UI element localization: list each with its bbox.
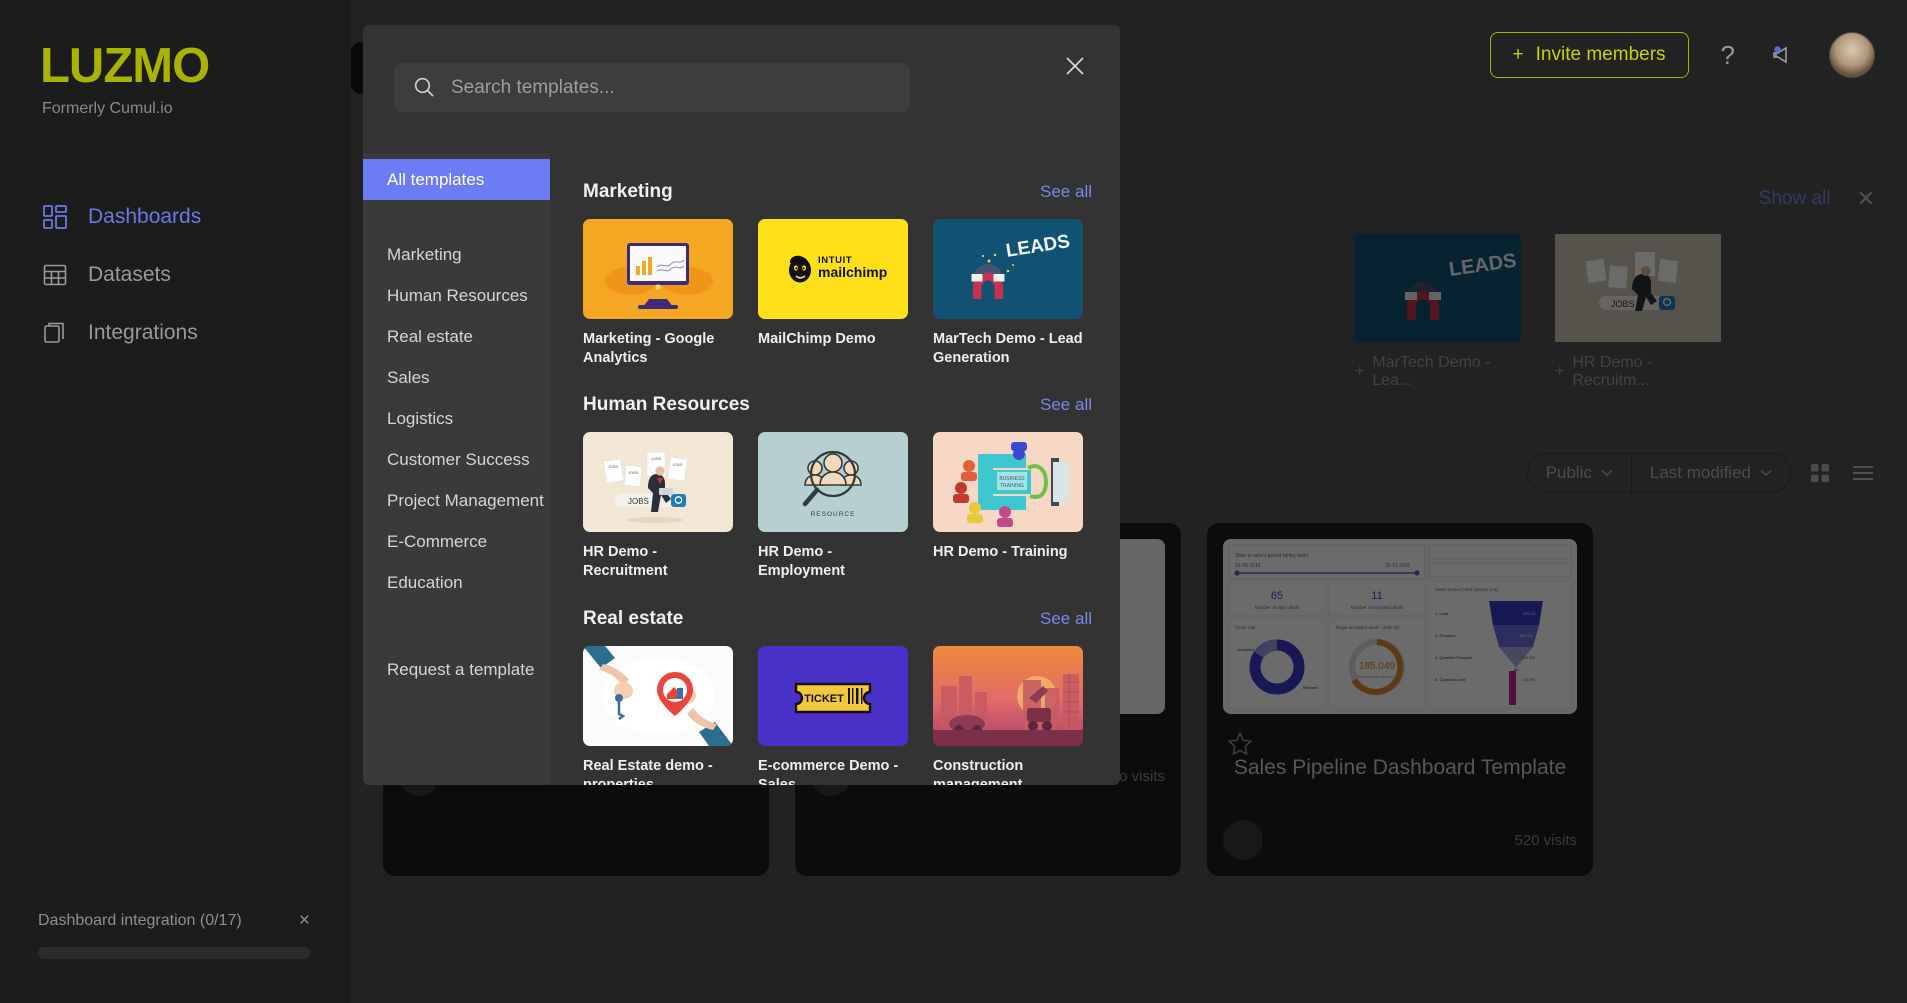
svg-text:JOBS: JOBS [628, 470, 639, 475]
app-root: LUZMO Formerly Cumul.io Dashboards [0, 0, 1907, 1003]
template-row-real-estate: Real Estate demo - properties TICKET [583, 646, 1092, 786]
section-title: Real estate [583, 608, 683, 630]
template-card[interactable]: LEADS [933, 219, 1083, 368]
template-name: MarTech Demo - Lead Generation [933, 330, 1083, 368]
category-label: Human Resources [387, 286, 528, 306]
see-all-marketing[interactable]: See all [1040, 182, 1092, 202]
svg-text:JOBS: JOBS [608, 464, 619, 469]
svg-text:JOBS: JOBS [628, 497, 649, 506]
template-name: MailChimp Demo [758, 330, 908, 349]
see-all-human-resources[interactable]: See all [1040, 395, 1092, 415]
category-label: Marketing [387, 245, 462, 265]
svg-text:BUSINESS: BUSINESS [999, 476, 1025, 482]
template-name: Marketing - Google Analytics [583, 330, 733, 368]
template-name: E-commerce Demo -Sales [758, 757, 908, 786]
category-education[interactable]: Education [363, 562, 550, 603]
category-marketing[interactable]: Marketing [363, 234, 550, 275]
template-card[interactable]: Construction management [933, 646, 1083, 786]
request-template-label: Request a template [387, 660, 534, 680]
template-card[interactable]: JOBS JOBS JOBS JOBS JOBS [583, 432, 733, 581]
template-search-box[interactable] [394, 63, 910, 112]
template-card[interactable]: INTUIT mailchimp MailChimp Demo [758, 219, 908, 368]
template-name: Construction management [933, 757, 1083, 786]
template-name: HR Demo - Employment [758, 543, 908, 581]
template-name: HR Demo - Training [933, 543, 1083, 562]
category-label: Sales [387, 368, 430, 388]
category-label: Project Management [387, 491, 544, 511]
template-card[interactable]: Marketing - Google Analytics [583, 219, 733, 368]
template-modal-overlay: All templates Marketing Human Resources … [0, 0, 1907, 1003]
section-title: Marketing [583, 181, 673, 203]
category-e-commerce[interactable]: E-Commerce [363, 521, 550, 562]
section-header-marketing: Marketing See all [583, 181, 1092, 203]
template-card[interactable]: RESOURCE HR Demo - Employment [758, 432, 908, 581]
category-real-estate[interactable]: Real estate [363, 316, 550, 357]
category-label: Education [387, 573, 463, 593]
ticket-thumb: TICKET [758, 646, 908, 746]
category-label: Customer Success [387, 450, 530, 470]
category-all-templates[interactable]: All templates [363, 159, 550, 200]
category-label: E-Commerce [387, 532, 487, 552]
svg-text:mailchimp: mailchimp [818, 264, 887, 280]
see-all-real-estate[interactable]: See all [1040, 609, 1092, 629]
template-row-marketing: Marketing - Google Analytics [583, 219, 1092, 368]
template-name: HR Demo - Recruitment [583, 543, 733, 581]
svg-text:TICKET: TICKET [804, 693, 844, 705]
mailchimp-thumb: INTUIT mailchimp [758, 219, 908, 319]
keys-pin-thumb [583, 646, 733, 746]
leads-magnet-thumb: LEADS [933, 219, 1083, 319]
category-label: Real estate [387, 327, 473, 347]
template-name: Real Estate demo - properties [583, 757, 733, 786]
category-customer-success[interactable]: Customer Success [363, 439, 550, 480]
template-card[interactable]: TICKET E-commerce Demo -Sales [758, 646, 908, 786]
category-label: All templates [387, 170, 484, 190]
category-panel: All templates Marketing Human Resources … [363, 153, 550, 785]
close-icon[interactable] [1058, 49, 1092, 83]
category-logistics[interactable]: Logistics [363, 398, 550, 439]
search-input[interactable] [451, 77, 871, 99]
construction-thumb [933, 646, 1083, 746]
resource-people-thumb: RESOURCE [758, 432, 908, 532]
modal-header [363, 25, 1120, 153]
category-project-management[interactable]: Project Management [363, 480, 550, 521]
template-card[interactable]: Real Estate demo - properties [583, 646, 733, 786]
svg-text:JOBS: JOBS [672, 462, 683, 467]
template-gallery-modal: All templates Marketing Human Resources … [363, 25, 1120, 785]
jobs-person-thumb: JOBS JOBS JOBS JOBS JOBS [583, 432, 733, 532]
category-sales[interactable]: Sales [363, 357, 550, 398]
svg-text:RESOURCE: RESOURCE [811, 511, 856, 518]
category-human-resources[interactable]: Human Resources [363, 275, 550, 316]
template-gallery: Marketing See all [550, 153, 1120, 785]
section-title: Human Resources [583, 394, 750, 416]
section-header-human-resources: Human Resources See all [583, 394, 1092, 416]
search-icon [412, 75, 437, 100]
template-row-human-resources: JOBS JOBS JOBS JOBS JOBS [583, 432, 1092, 581]
svg-text:TRAINING: TRAINING [1000, 483, 1024, 489]
business-training-thumb: BUSINESS TRAINING [933, 432, 1083, 532]
template-card[interactable]: BUSINESS TRAINING [933, 432, 1083, 581]
monitor-chart-thumb [583, 219, 733, 319]
request-a-template-link[interactable]: Request a template [363, 649, 550, 690]
category-label: Logistics [387, 409, 453, 429]
modal-body: All templates Marketing Human Resources … [363, 153, 1120, 785]
svg-text:JOBS: JOBS [651, 456, 662, 461]
section-header-real-estate: Real estate See all [583, 608, 1092, 630]
